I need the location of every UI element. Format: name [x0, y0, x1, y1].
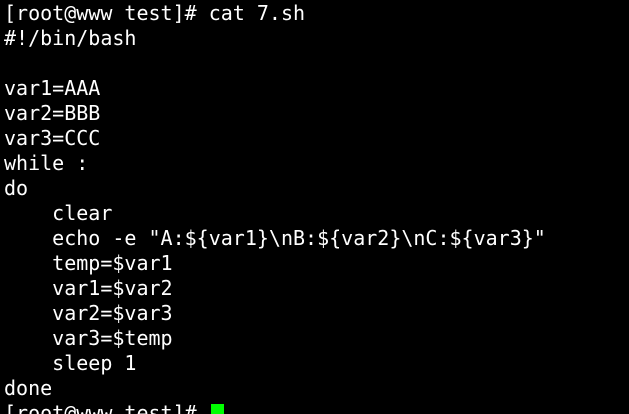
script-line: done	[4, 376, 53, 400]
terminal-cursor	[210, 404, 224, 414]
script-line: var1=AAA	[4, 76, 101, 100]
script-line: #!/bin/bash	[4, 26, 137, 50]
terminal-window[interactable]: [root@www test]# cat 7.sh #!/bin/bash va…	[0, 0, 629, 414]
shell-prompt: [root@www test]#	[4, 401, 197, 414]
terminal-output: [root@www test]# cat 7.sh #!/bin/bash va…	[4, 1, 629, 414]
script-line	[4, 51, 629, 76]
script-line: clear	[4, 201, 113, 225]
script-line: temp=$var1	[4, 251, 173, 275]
script-line: echo -e "A:${var1}\nB:${var2}\nC:${var3}…	[4, 226, 546, 250]
script-line: var2=BBB	[4, 101, 101, 125]
command-line: [root@www test]# cat 7.sh	[4, 1, 306, 25]
script-line: do	[4, 176, 29, 200]
script-line: var3=CCC	[4, 126, 101, 150]
script-line: var3=$temp	[4, 326, 173, 350]
script-line: sleep 1	[4, 351, 137, 375]
script-line: var2=$var3	[4, 301, 173, 325]
prompt-line[interactable]: [root@www test]#	[4, 401, 629, 414]
script-line: while :	[4, 151, 89, 175]
script-line: var1=$var2	[4, 276, 173, 300]
